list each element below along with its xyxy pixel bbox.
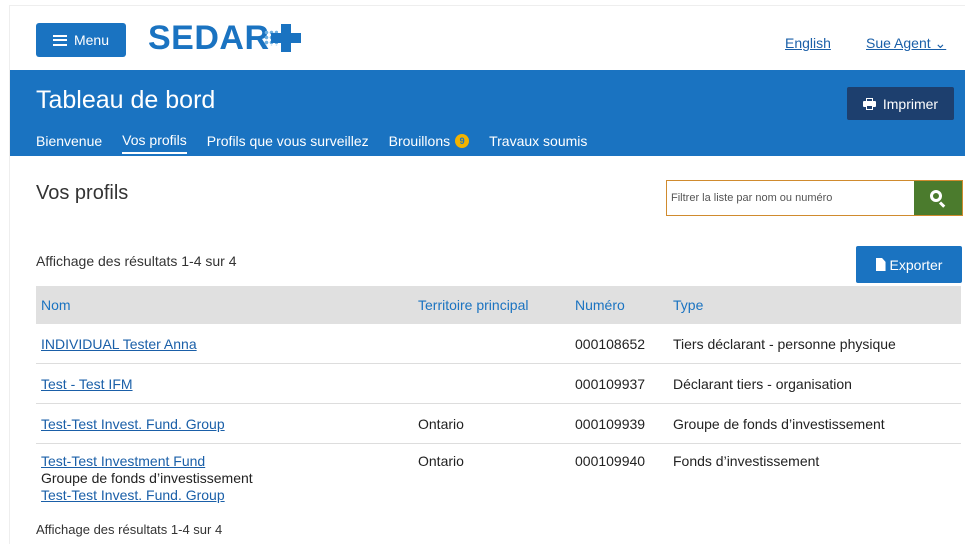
tab-vos-profils[interactable]: Vos profils (122, 132, 187, 154)
sedar-logo[interactable]: SEDAR (148, 18, 302, 58)
parent-type-label: Groupe de fonds d’investissement (41, 470, 253, 486)
type-cell: Groupe de fonds d’investissement (673, 416, 885, 432)
table-header: Nom Territoire principal Numéro Type (36, 286, 961, 324)
tab-profils-surveilles[interactable]: Profils que vous surveillez (207, 132, 369, 154)
tab-travaux-soumis[interactable]: Travaux soumis (489, 132, 587, 154)
column-header-territoire[interactable]: Territoire principal (414, 297, 570, 313)
menu-button[interactable]: Menu (36, 23, 126, 57)
menu-label: Menu (73, 32, 110, 48)
language-link[interactable]: English (785, 35, 831, 51)
printer-icon (862, 97, 876, 110)
search-box (666, 180, 963, 216)
territory-cell: Ontario (418, 416, 464, 432)
profile-name-link[interactable]: Test-Test Investment Fund (41, 453, 414, 470)
logo-plus-icon (263, 22, 302, 54)
hamburger-icon (52, 34, 67, 46)
table-row: INDIVIDUAL Tester Anna 000108652 Tiers d… (36, 324, 961, 364)
type-cell: Tiers déclarant - personne physique (673, 336, 896, 352)
export-label: Exporter (889, 256, 943, 273)
user-menu-link[interactable]: Sue Agent ⌄ (866, 35, 946, 52)
tab-label: Bienvenue (36, 133, 103, 149)
number-cell: 000109937 (575, 376, 646, 392)
tab-label: Travaux soumis (489, 133, 588, 149)
print-label: Imprimer (882, 95, 939, 112)
dashboard-tabs: Bienvenue Vos profils Profils que vous s… (36, 132, 607, 154)
tab-brouillons[interactable]: Brouillons 9 (388, 132, 470, 154)
number-cell: 000109939 (575, 416, 646, 432)
profile-name-link[interactable]: INDIVIDUAL Tester Anna (41, 336, 197, 352)
territory-cell (414, 364, 570, 403)
number-cell: 000109940 (575, 453, 646, 469)
search-button[interactable] (914, 181, 962, 215)
table-row: Test-Test Investment Fund Groupe de fond… (36, 444, 961, 511)
section-title: Vos profils (36, 182, 129, 204)
results-count-bottom: Affichage des résultats 1-4 sur 4 (36, 522, 223, 537)
number-cell: 000108652 (575, 336, 646, 352)
tab-label: Profils que vous surveillez (206, 133, 369, 149)
page-title: Tableau de bord (36, 86, 216, 114)
table-row: Test-Test Invest. Fund. Group Ontario 00… (36, 404, 961, 444)
search-icon (930, 190, 946, 208)
tab-label: Vos profils (122, 132, 187, 148)
profile-name-link[interactable]: Test-Test Invest. Fund. Group (41, 416, 225, 432)
column-header-numero[interactable]: Numéro (570, 297, 668, 313)
search-input[interactable] (667, 181, 914, 215)
column-header-nom[interactable]: Nom (36, 297, 414, 313)
dashboard-header: Tableau de bord Imprimer Bienvenue Vos p… (10, 70, 965, 156)
type-cell: Fonds d’investissement (673, 453, 820, 469)
tab-label: Brouillons (388, 133, 451, 149)
top-bar: Menu SEDAR English Sue Agent ⌄ (10, 6, 965, 70)
territory-cell: Ontario (418, 453, 464, 469)
profiles-table: Nom Territoire principal Numéro Type IND… (36, 286, 961, 511)
print-button[interactable]: Imprimer (847, 87, 954, 120)
table-row: Test - Test IFM 000109937 Déclarant tier… (36, 364, 961, 404)
drafts-count-badge: 9 (455, 134, 470, 148)
export-button[interactable]: Exporter (856, 246, 962, 283)
logo-text: SEDAR (148, 19, 270, 57)
type-cell: Déclarant tiers - organisation (673, 376, 852, 392)
page-frame: Menu SEDAR English Sue Agent ⌄ Tableau d… (9, 5, 965, 544)
file-icon (875, 258, 886, 271)
profile-name-link[interactable]: Test - Test IFM (41, 376, 133, 392)
territory-cell (414, 324, 570, 363)
results-count-top: Affichage des résultats 1-4 sur 4 (36, 253, 237, 269)
tab-bienvenue[interactable]: Bienvenue (36, 132, 102, 154)
parent-group-link[interactable]: Test-Test Invest. Fund. Group (41, 487, 414, 504)
column-header-type[interactable]: Type (668, 297, 961, 313)
